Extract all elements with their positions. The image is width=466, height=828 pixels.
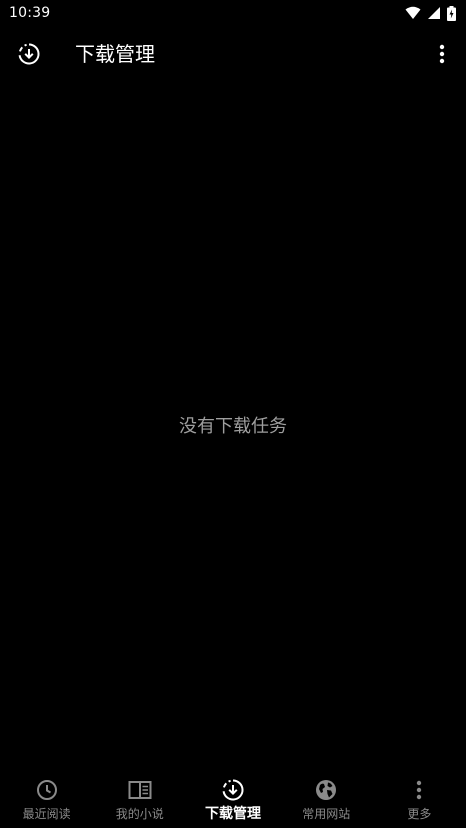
wifi-icon [405, 6, 421, 19]
download-circle-icon [222, 779, 244, 801]
globe-icon [316, 780, 337, 800]
nav-label: 常用网站 [302, 807, 351, 821]
nav-item-my-novels[interactable]: 我的小说 [93, 772, 186, 828]
overflow-menu-button[interactable] [430, 42, 454, 66]
status-icons [405, 5, 456, 21]
screen: 10:39 下载管理 没有下载任务 最近阅读 我的小说 下载管理 常用网站 更多 [0, 0, 466, 828]
nav-item-recent-reading[interactable]: 最近阅读 [0, 772, 93, 828]
clock-icon [36, 780, 57, 800]
nav-label: 我的小说 [115, 807, 164, 821]
download-circle-icon[interactable] [17, 42, 41, 66]
more-vert-icon [417, 780, 422, 800]
app-bar: 下载管理 [0, 26, 466, 82]
nav-item-more[interactable]: 更多 [373, 772, 466, 828]
nav-label: 更多 [407, 807, 432, 821]
nav-item-common-sites[interactable]: 常用网站 [280, 772, 373, 828]
nav-label: 下载管理 [205, 806, 261, 822]
status-time: 10:39 [9, 5, 51, 21]
nav-item-download-manager[interactable]: 下载管理 [186, 772, 279, 828]
page-title: 下载管理 [75, 42, 155, 66]
battery-icon [447, 5, 456, 21]
more-vert-icon [439, 44, 445, 64]
empty-state-message: 没有下载任务 [179, 416, 287, 437]
nav-label: 最近阅读 [22, 807, 71, 821]
bottom-nav: 最近阅读 我的小说 下载管理 常用网站 更多 [0, 772, 466, 828]
status-bar: 10:39 [0, 0, 466, 26]
signal-icon [428, 7, 440, 19]
book-icon [128, 781, 152, 799]
